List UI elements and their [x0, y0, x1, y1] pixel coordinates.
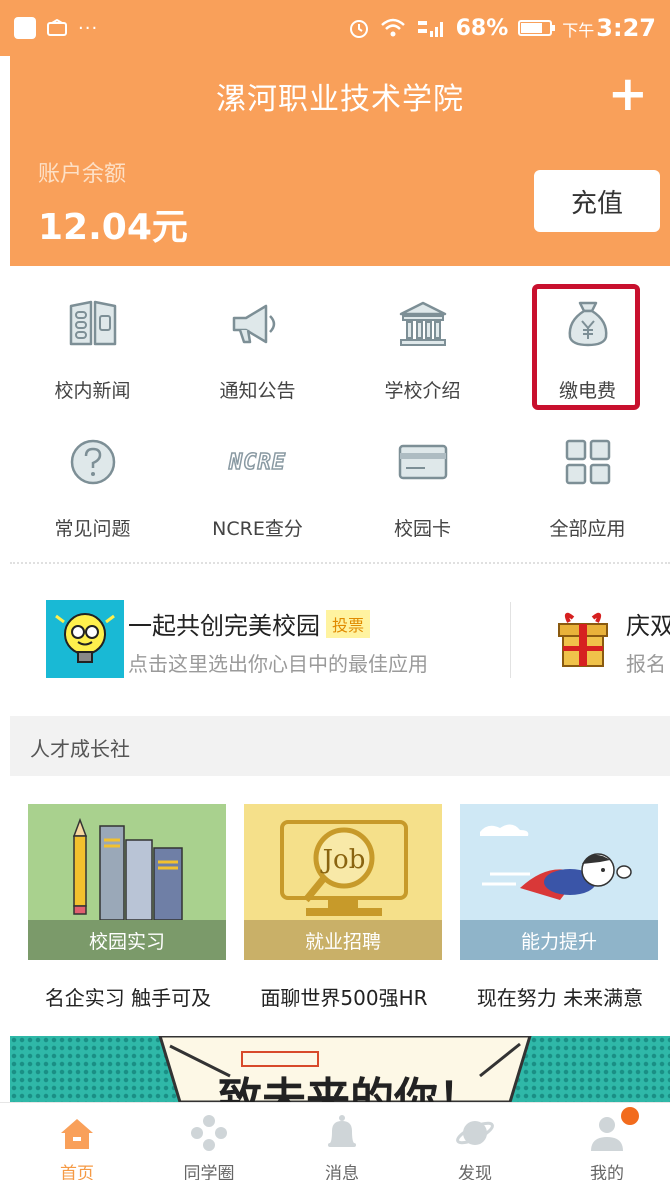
card-caption: 校园实习	[28, 920, 226, 960]
page-title: 漯河职业技术学院	[216, 82, 464, 117]
circle-dots-icon	[189, 1113, 229, 1153]
flying-hero-icon	[480, 824, 632, 900]
recharge-button[interactable]: 充值	[534, 170, 660, 232]
promo-divider	[510, 602, 511, 678]
nav-label: 首页	[60, 1164, 94, 1180]
banner-caption: 致未来的你！	[218, 1074, 482, 1102]
card-caption: 就业招聘	[244, 920, 442, 960]
user-icon	[587, 1107, 639, 1153]
notification-icon	[14, 17, 36, 39]
card-icon	[393, 432, 453, 492]
divider	[10, 562, 670, 564]
grid-label: 学校介绍	[384, 380, 461, 402]
nav-classmates[interactable]: 同学圈	[142, 1103, 276, 1180]
apps-grid-icon	[558, 432, 618, 492]
grid-label: NCRE查分	[212, 518, 303, 540]
balance-label: 账户余额	[38, 162, 127, 187]
more-dots-icon: ···	[78, 17, 99, 39]
wifi-icon	[380, 18, 405, 37]
grid-item-news[interactable]: 校内新闻	[10, 280, 175, 410]
card-caption: 能力提升	[460, 920, 658, 960]
nav-discover[interactable]: 发现	[408, 1103, 542, 1180]
ncre-icon-text: NCRE	[228, 449, 286, 476]
news-book-icon	[63, 294, 123, 354]
status-time: 下午3:27	[562, 14, 656, 42]
grid-label: 校内新闻	[54, 380, 131, 402]
status-bar: ··· 68% 下午3:27	[0, 0, 670, 56]
time-value: 3:27	[596, 14, 656, 42]
grid-label: 通知公告	[219, 380, 296, 402]
promo-title-text: 一起共创完美校园	[128, 612, 320, 640]
card-desc-ability: 现在努力 未来满意	[476, 986, 644, 1010]
nav-label: 发现	[458, 1164, 492, 1180]
card-job[interactable]: Job 就业招聘	[244, 804, 442, 960]
job-magnifier-icon: Job	[280, 820, 408, 916]
grid-label: 常见问题	[54, 518, 131, 540]
megaphone-icon	[228, 294, 288, 354]
grid-label: 校园卡	[393, 518, 451, 540]
grid-item-ncre[interactable]: NCRE NCRE查分	[175, 418, 340, 548]
promo2-subtitle: 报名	[626, 652, 666, 676]
signal-icon	[417, 21, 443, 37]
status-right: 68% 下午3:27	[348, 14, 656, 42]
books-pencil-icon	[72, 817, 183, 921]
grid-item-all-apps[interactable]: 全部应用	[505, 418, 670, 548]
status-left: ···	[14, 17, 98, 39]
balance-value: 12.04元	[38, 207, 188, 248]
grid-item-notice[interactable]: 通知公告	[175, 280, 340, 410]
promo2-title: 庆双	[626, 612, 670, 640]
nav-label: 同学圈	[183, 1164, 235, 1180]
alarm-icon	[349, 20, 368, 38]
card-ability[interactable]: 能力提升	[460, 804, 658, 960]
banner-art: 致未来的你！	[158, 1036, 532, 1102]
grid-item-faq[interactable]: 常见问题	[10, 418, 175, 548]
card-desc-internship: 名企实习 触手可及	[44, 986, 212, 1010]
nav-label: 我的	[590, 1164, 624, 1180]
lightbulb-character-icon	[46, 600, 124, 678]
grid-item-school-intro[interactable]: 学校介绍	[340, 280, 505, 410]
bell-icon	[322, 1113, 362, 1153]
header: 漯河职业技术学院 + 账户余额 12.04元 充值	[10, 56, 670, 266]
nav-messages[interactable]: 消息	[275, 1103, 409, 1180]
notification-dot	[621, 1107, 639, 1125]
bottom-nav: 首页 同学圈 消息 发现 我的	[0, 1102, 670, 1180]
nav-label: 消息	[325, 1164, 359, 1180]
ncre-text-icon: NCRE	[228, 432, 288, 492]
bottom-banner[interactable]: 致未来的你！	[10, 1036, 670, 1102]
message-icon	[47, 19, 67, 36]
planet-icon	[455, 1113, 495, 1153]
promo-title: 一起共创完美校园 投票	[128, 606, 371, 641]
school-building-icon	[393, 294, 453, 354]
vote-badge: 投票	[326, 610, 371, 638]
section-title: 人才成长社	[30, 737, 130, 761]
card-desc-job: 面聊世界500强HR	[260, 986, 428, 1010]
promo-subtitle: 点击这里选出你心目中的最佳应用	[128, 652, 428, 676]
job-icon-text: Job	[320, 845, 366, 875]
battery-percent: 68%	[455, 15, 509, 41]
card-internship[interactable]: 校园实习	[28, 804, 226, 960]
grid-label: 全部应用	[549, 518, 626, 540]
question-circle-icon	[63, 432, 123, 492]
battery-icon	[518, 20, 556, 36]
highlight-box	[532, 284, 640, 410]
home-icon	[57, 1113, 97, 1153]
plus-icon[interactable]: +	[608, 70, 648, 118]
grid-item-campus-card[interactable]: 校园卡	[340, 418, 505, 548]
time-prefix: 下午	[562, 21, 595, 40]
gift-box-icon	[555, 608, 611, 670]
promo-strip[interactable]: 一起共创完美校园 投票 点击这里选出你心目中的最佳应用 庆双 报名	[10, 578, 670, 690]
section-header: 人才成长社	[10, 716, 670, 776]
nav-mine[interactable]: 我的	[540, 1103, 670, 1180]
nav-home[interactable]: 首页	[10, 1103, 144, 1180]
